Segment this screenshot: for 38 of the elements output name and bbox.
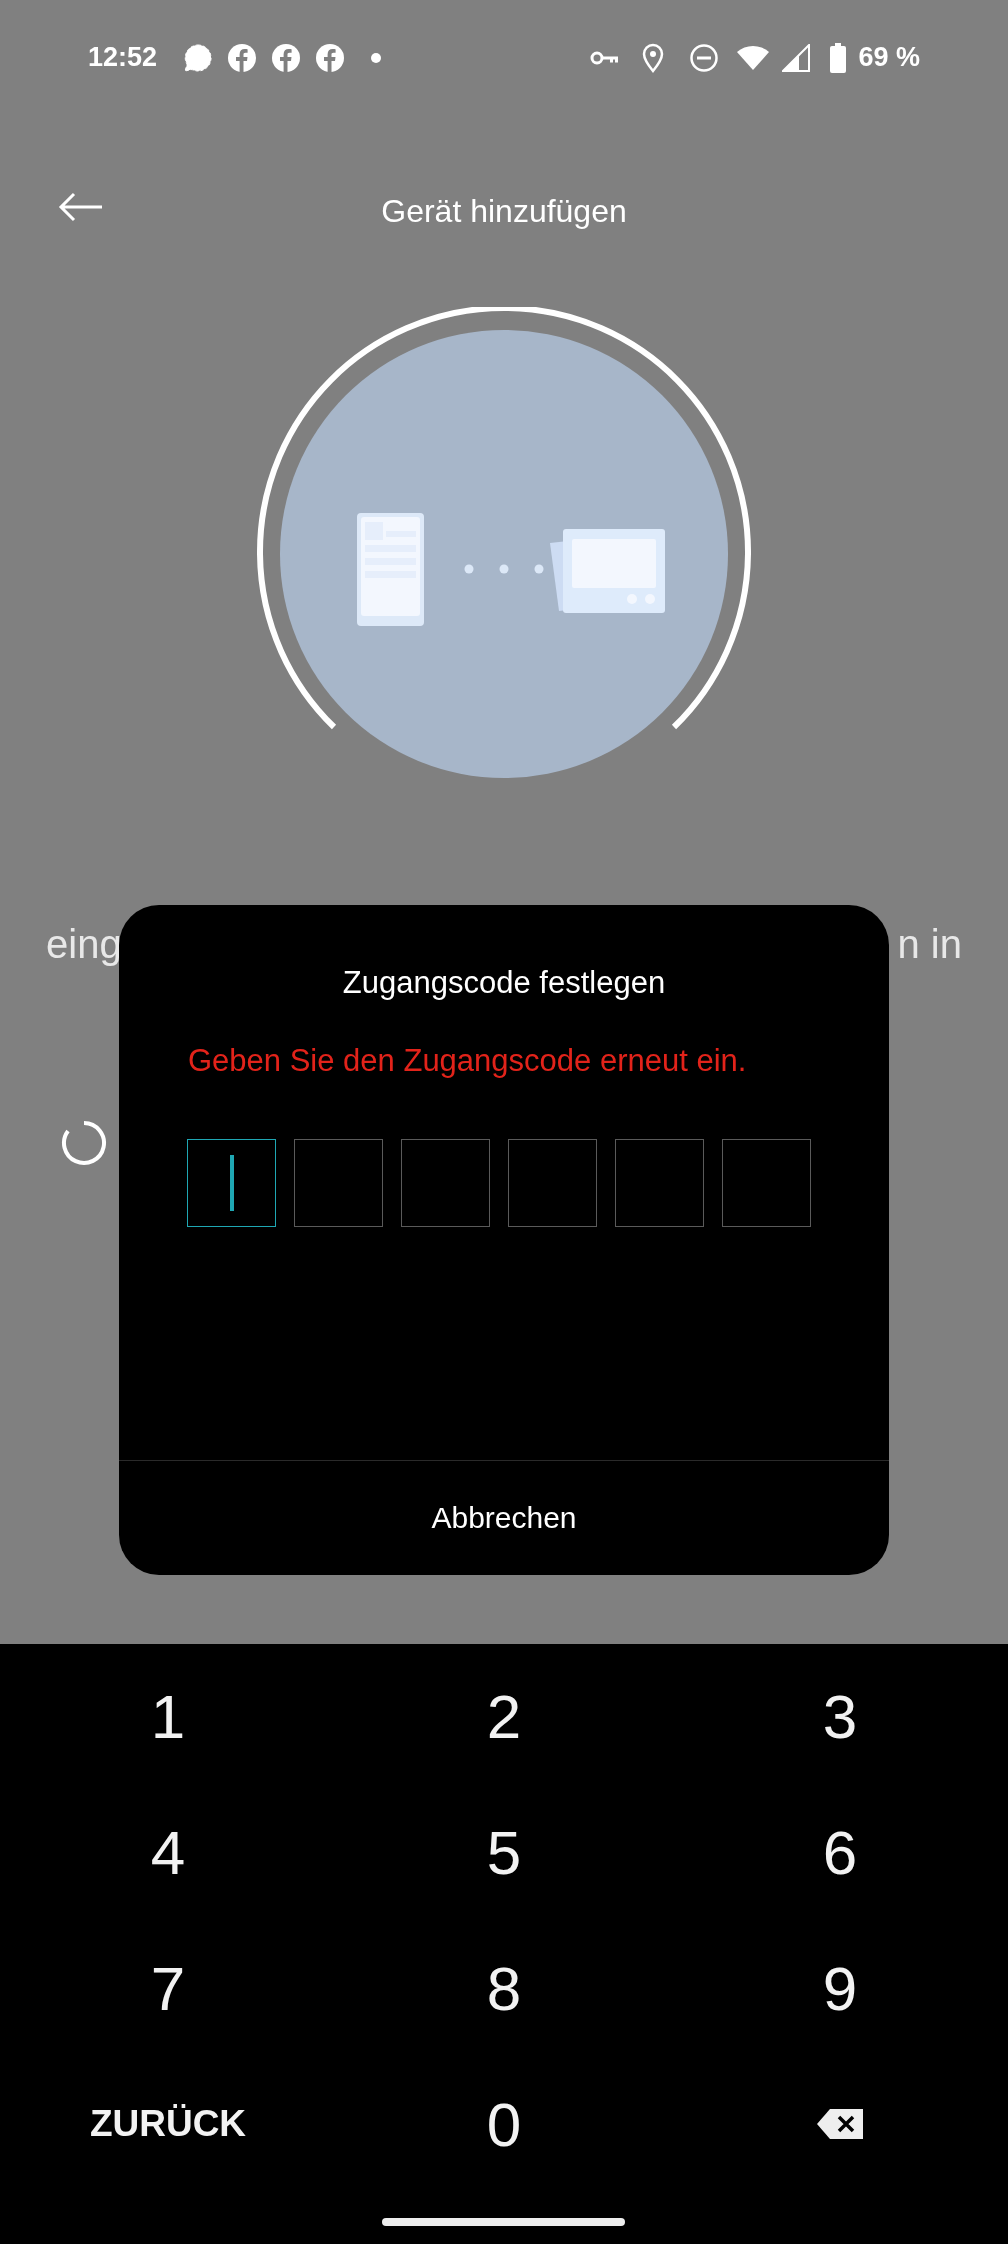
back-key[interactable]: ZURÜCK — [75, 2099, 261, 2149]
code-digit-field[interactable] — [722, 1139, 811, 1227]
battery-percent: 69 % — [858, 42, 920, 73]
digit-key[interactable]: 9 — [808, 1948, 872, 2028]
digit-key[interactable]: 0 — [472, 2084, 536, 2164]
dialog-title: Zugangscode festlegen — [342, 965, 666, 1001]
clock-time: 12:52 — [88, 42, 158, 73]
digit-key[interactable]: 7 — [136, 1948, 200, 2028]
facebook-icon — [271, 42, 302, 73]
do-not-disturb-icon — [690, 43, 719, 72]
code-digit-field[interactable] — [187, 1139, 276, 1227]
digit-key[interactable]: 5 — [472, 1812, 536, 1892]
digit-key[interactable]: 1 — [136, 1676, 200, 1756]
instruction-text: eing — [46, 922, 122, 967]
dot-icon — [371, 52, 382, 63]
error-message: Geben Sie den Zugangscode erneut ein. — [188, 1043, 748, 1079]
digit-key[interactable]: 3 — [808, 1676, 872, 1756]
facebook-icon — [315, 42, 346, 73]
cancel-button[interactable]: Abbrechen — [119, 1461, 889, 1575]
facebook-icon — [227, 42, 258, 73]
loading-spinner-icon — [60, 1119, 108, 1167]
battery-icon — [830, 42, 847, 73]
location-pin-icon — [642, 42, 665, 73]
page-title: Gerät hinzufügen — [381, 192, 627, 230]
digit-key[interactable]: 2 — [472, 1676, 536, 1756]
chat-bubble-icon — [183, 42, 214, 73]
digit-key[interactable]: 6 — [808, 1812, 872, 1892]
wifi-icon — [736, 43, 771, 72]
digit-key[interactable]: 8 — [472, 1948, 536, 2028]
code-digit-field[interactable] — [401, 1139, 490, 1227]
back-arrow-icon[interactable] — [58, 192, 104, 222]
instruction-text: n in — [897, 922, 962, 967]
code-digit-field[interactable] — [615, 1139, 704, 1227]
code-digit-field[interactable] — [294, 1139, 383, 1227]
digit-key[interactable]: 4 — [136, 1812, 200, 1892]
code-digit-field[interactable] — [508, 1139, 597, 1227]
signal-icon — [782, 43, 811, 72]
text-cursor — [229, 1155, 234, 1211]
